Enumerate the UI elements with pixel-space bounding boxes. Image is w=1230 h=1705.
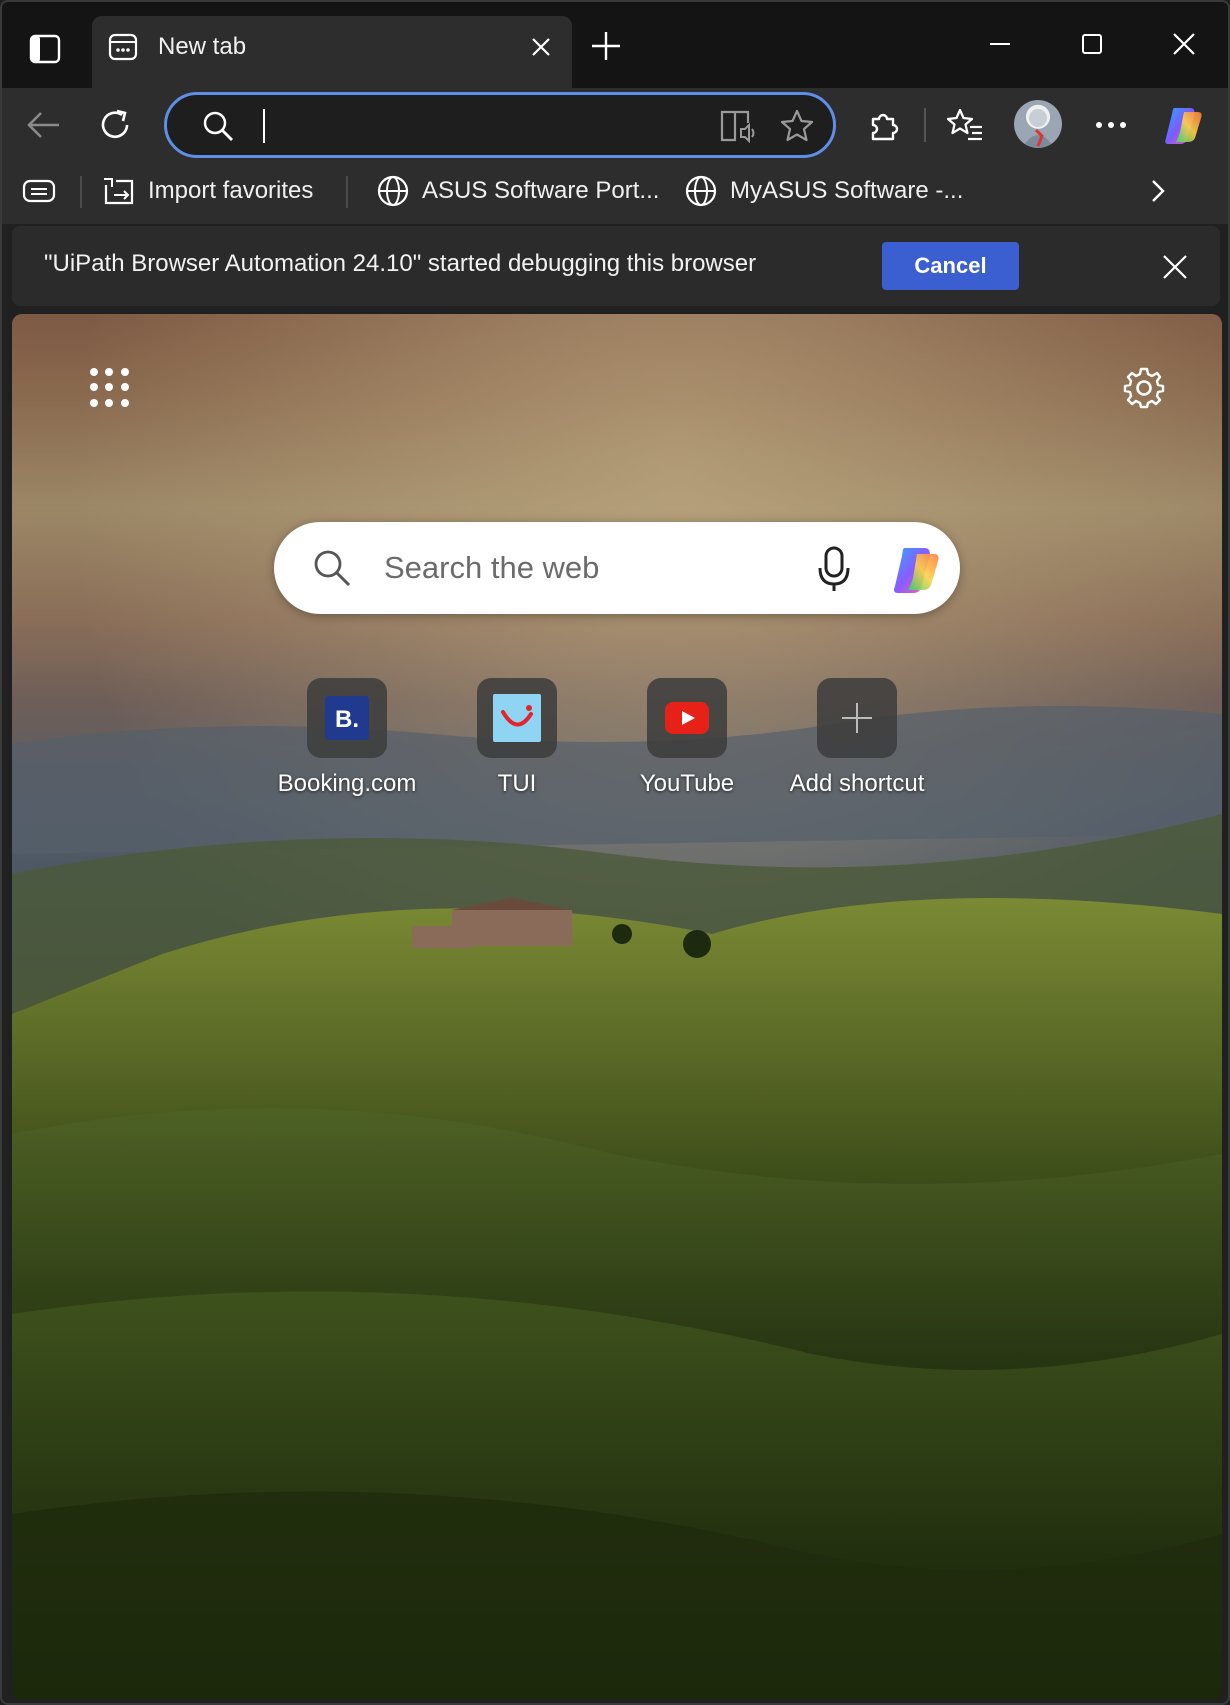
toolbar-divider — [924, 108, 926, 142]
import-icon — [104, 178, 134, 205]
close-icon — [1173, 33, 1195, 55]
shortcut-label: TUI — [497, 770, 537, 797]
more-dots-icon — [1096, 122, 1126, 128]
app-dot — [120, 383, 129, 392]
web-search-input[interactable] — [384, 542, 824, 594]
globe-icon — [685, 175, 717, 207]
shortcut-tile — [647, 678, 727, 758]
favorites-button[interactable] — [942, 102, 988, 148]
more-options-button[interactable] — [1088, 102, 1134, 148]
globe-icon — [377, 175, 409, 207]
minimize-button[interactable] — [972, 22, 1028, 66]
tab-new-tab[interactable]: New tab — [92, 16, 572, 88]
web-search-box[interactable] — [274, 522, 960, 614]
extensions-button[interactable] — [862, 102, 908, 148]
favorites-bar: Import favorites ASUS Software Port... M… — [2, 160, 1228, 224]
new-tab-plus-icon[interactable] — [588, 28, 624, 64]
search-icon — [314, 550, 351, 587]
address-bar[interactable] — [164, 92, 836, 158]
close-infobar-icon[interactable] — [1160, 252, 1190, 282]
profile-avatar[interactable] — [1014, 100, 1062, 148]
tab-actions-button[interactable] — [20, 28, 70, 70]
back-arrow-icon — [27, 112, 59, 138]
cancel-button[interactable]: Cancel — [882, 242, 1019, 290]
favorite-label: ASUS Software Port... — [422, 177, 660, 204]
favorite-label: MyASUS Software -... — [730, 177, 964, 204]
tab-search-button[interactable] — [22, 170, 56, 212]
app-dot — [120, 368, 129, 376]
favbar-separator — [346, 176, 348, 208]
svg-text:B.: B. — [335, 706, 359, 733]
app-dot — [90, 368, 98, 376]
booking-icon: B. — [325, 696, 369, 740]
app-dot — [105, 398, 114, 407]
copilot-icon[interactable] — [888, 542, 944, 598]
favorite-import[interactable]: Import favorites — [102, 170, 313, 212]
new-tab-page: B. Booking.com TUI YouTube Add shortcut — [12, 314, 1222, 1700]
shortcut-tile — [817, 678, 897, 758]
app-dot — [120, 398, 129, 407]
text-cursor — [263, 109, 265, 143]
favbar-separator — [80, 176, 82, 208]
shortcut-booking[interactable]: B. Booking.com — [262, 678, 432, 808]
favorites-overflow-button[interactable] — [1148, 170, 1168, 212]
search-icon — [203, 111, 233, 141]
shortcut-label: Booking.com — [277, 770, 417, 797]
app-dot — [105, 383, 114, 392]
shortcut-tui[interactable]: TUI — [432, 678, 602, 808]
read-aloud-icon[interactable] — [719, 109, 757, 143]
page-settings-button[interactable] — [1112, 356, 1176, 420]
copilot-button[interactable] — [1160, 102, 1206, 148]
tab-strip: New tab — [2, 2, 1228, 88]
refresh-icon — [101, 109, 129, 139]
toolbar — [2, 88, 1228, 160]
debugging-infobar: "UiPath Browser Automation 24.10" starte… — [12, 226, 1220, 306]
apps-launcher-button[interactable] — [80, 358, 140, 418]
tui-icon — [493, 694, 541, 742]
minimize-icon — [990, 43, 1010, 45]
maximize-icon — [1082, 34, 1102, 54]
tab-close-icon[interactable] — [528, 34, 554, 60]
favorites-list-icon — [946, 108, 982, 141]
plus-icon — [842, 703, 872, 733]
new-tab-favicon-icon — [108, 33, 138, 61]
tab-actions-icon — [29, 34, 61, 64]
shortcut-tile: B. — [307, 678, 387, 758]
browser-window: New tab Import favorites ASUS Software P… — [0, 0, 1230, 1705]
refresh-button[interactable] — [92, 102, 138, 148]
shortcut-tile — [477, 678, 557, 758]
favorite-label: Import favorites — [148, 177, 314, 204]
favorite-asus-software-portal[interactable]: ASUS Software Port... — [376, 170, 659, 212]
copilot-icon — [1165, 108, 1202, 144]
collections-icon — [22, 179, 56, 203]
chevron-right-icon — [1152, 180, 1165, 202]
back-button[interactable] — [20, 102, 66, 148]
profile-picture-icon — [1022, 109, 1054, 148]
youtube-icon — [665, 702, 709, 734]
address-input[interactable] — [267, 105, 667, 145]
shortcut-youtube[interactable]: YouTube — [602, 678, 772, 808]
infobar-message: "UiPath Browser Automation 24.10" starte… — [44, 250, 757, 277]
app-dot — [90, 398, 98, 407]
shortcut-label: Add shortcut — [789, 770, 925, 797]
tab-title: New tab — [158, 33, 247, 60]
app-dot — [105, 368, 114, 376]
favorite-star-icon[interactable] — [779, 108, 815, 144]
app-dot — [90, 383, 98, 392]
close-window-button[interactable] — [1156, 22, 1212, 66]
shortcut-add[interactable]: Add shortcut — [772, 678, 942, 808]
maximize-button[interactable] — [1064, 22, 1120, 66]
gear-icon — [1123, 367, 1165, 409]
shortcut-label: YouTube — [639, 770, 735, 797]
favorite-myasus-software[interactable]: MyASUS Software -... — [684, 170, 963, 212]
microphone-icon[interactable] — [812, 544, 856, 594]
puzzle-piece-icon — [871, 113, 899, 141]
